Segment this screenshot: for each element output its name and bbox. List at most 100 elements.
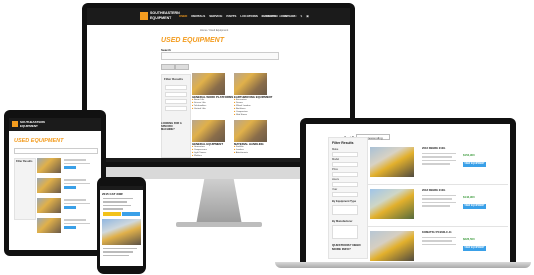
nav-rentals[interactable]: RENTALS <box>191 14 205 18</box>
list-view-button[interactable] <box>175 64 189 70</box>
customer-login-link[interactable]: CUSTOMER LOGIN <box>261 14 288 18</box>
language-link[interactable]: EN <box>292 14 296 18</box>
view-equipment-button[interactable] <box>64 206 76 210</box>
filter-hours-field[interactable] <box>332 182 358 187</box>
listing-spec-line <box>64 222 90 225</box>
listing-card[interactable] <box>37 218 61 233</box>
category-list: Excavators Dozers Wheel Loaders Backhoes… <box>234 99 272 116</box>
filter-label-model: Model <box>332 158 340 161</box>
nav-locations[interactable]: LOCATIONS <box>240 14 257 18</box>
view-equipment-button[interactable]: VIEW EQUIPMENT <box>463 204 486 209</box>
category-image[interactable] <box>234 73 267 95</box>
cta-heading: LOOKING FOR A SPECIFIC MACHINE? <box>161 122 182 131</box>
listing-row[interactable]: 2016 DEERE 210G $152,900 VIEW EQUIPMENT <box>368 144 508 185</box>
category-tile[interactable]: MATERIAL HANDLING Forklifts Loaders Atta… <box>234 120 267 155</box>
breadcrumb[interactable]: Home / Used Equipment <box>200 29 228 32</box>
listing-name[interactable]: 2016 DEERE 210G <box>422 147 445 150</box>
listing-image[interactable] <box>370 147 414 177</box>
search-input[interactable] <box>161 52 279 60</box>
listing-card[interactable] <box>37 198 61 213</box>
listing-image[interactable] <box>370 231 414 261</box>
listing-title-line <box>64 159 86 161</box>
filter-hours-field[interactable] <box>165 106 187 111</box>
menu-icon[interactable]: ▣ <box>306 14 309 18</box>
listing-specs <box>422 153 458 167</box>
description-line <box>103 251 133 253</box>
category-link[interactable]: Attachments <box>234 152 267 155</box>
category-link[interactable]: Vertical Lifts <box>192 108 233 111</box>
listing-price: $142,900 <box>463 195 475 199</box>
nav-used[interactable]: USED <box>179 14 187 18</box>
nav-parts[interactable]: PARTS <box>226 14 236 18</box>
category-list: Generators Compressors Light Towers Weld… <box>192 146 225 158</box>
grid-view-button[interactable] <box>161 64 175 70</box>
listing-details <box>64 159 96 170</box>
view-equipment-button[interactable]: VIEW EQUIPMENT <box>463 246 486 251</box>
listing-image[interactable] <box>37 198 61 213</box>
listing-photo[interactable] <box>102 219 141 245</box>
listing-image[interactable] <box>370 189 414 219</box>
spec-row <box>422 195 456 197</box>
logo-line-1: SOUTHEASTERN <box>150 11 180 15</box>
spec-line <box>103 201 127 203</box>
category-image[interactable] <box>234 120 267 142</box>
filter-model-field[interactable] <box>165 92 187 97</box>
listing-title-line <box>64 219 86 221</box>
category-image[interactable] <box>192 120 225 142</box>
utility-nav: CUSTOMER LOGIN EN $ ▣ <box>261 14 309 18</box>
listing-price: $226,500 <box>463 237 475 241</box>
listing-image[interactable] <box>37 218 61 233</box>
listing-name[interactable]: 2018 DEERE 210G <box>422 189 445 192</box>
brand-logo-icon[interactable] <box>12 121 18 127</box>
laptop-screen: Sort By: Price Descending Filter Results… <box>306 124 510 262</box>
category-tile[interactable]: GENERAL EQUIPMENT Generators Compressors… <box>192 120 225 158</box>
listing-image[interactable] <box>37 158 61 173</box>
category-link[interactable]: Skid Steers <box>234 114 272 117</box>
brand-logo-text[interactable]: SOUTHEASTERN EQUIPMENT <box>20 120 45 128</box>
filter-make-field[interactable] <box>332 152 358 157</box>
listing-details <box>64 179 96 190</box>
filter-make-field[interactable] <box>165 85 187 90</box>
filter-price-field[interactable] <box>165 99 187 104</box>
listing-title: 2015 CAT 330F <box>102 192 124 196</box>
category-image[interactable] <box>192 73 225 95</box>
listing-specs <box>103 198 139 212</box>
view-equipment-button[interactable] <box>64 166 76 170</box>
filter-model-field[interactable] <box>332 162 358 167</box>
listing-row[interactable]: KOMATSU PC290LC-11 $226,500 VIEW EQUIPME… <box>368 228 508 262</box>
filter-manufacturer-list[interactable] <box>332 225 358 239</box>
listing-card[interactable] <box>37 178 61 193</box>
listing-specs <box>422 195 458 209</box>
search-input[interactable] <box>14 148 98 154</box>
filter-label-manufacturer: By Manufacturer <box>332 220 353 223</box>
desktop-stand <box>196 179 242 225</box>
laptop-base <box>275 262 531 268</box>
listing-card[interactable] <box>37 158 61 173</box>
spec-row <box>422 163 450 165</box>
filter-price-field[interactable] <box>332 172 358 177</box>
listing-image[interactable] <box>37 178 61 193</box>
listing-spec-line <box>64 182 90 185</box>
listing-details <box>64 219 96 230</box>
spec-row <box>422 201 456 204</box>
category-tile[interactable]: GENERAL WORK PLATFORMS Boom Lifts Scisso… <box>192 73 233 111</box>
brand-logo-icon[interactable] <box>140 12 148 20</box>
listing-row[interactable]: 2018 DEERE 210G $142,900 VIEW EQUIPMENT <box>368 186 508 227</box>
currency-link[interactable]: $ <box>300 14 302 18</box>
view-equipment-button[interactable] <box>64 226 76 230</box>
filter-year-field[interactable] <box>332 192 358 197</box>
call-button[interactable] <box>103 212 121 216</box>
listing-name[interactable]: KOMATSU PC290LC-11 <box>422 231 452 234</box>
brand-logo-text[interactable]: SOUTHEASTERN EQUIPMENT <box>150 11 180 20</box>
view-equipment-button[interactable]: VIEW EQUIPMENT <box>463 162 486 167</box>
category-tile[interactable]: EARTHMOVING EQUIPMENT Excavators Dozers … <box>234 73 272 116</box>
phone-header <box>100 186 143 190</box>
listing-spec-line <box>64 202 90 205</box>
nav-service[interactable]: SERVICE <box>209 14 222 18</box>
filter-panel: Filter Results Make Model Price Hours Ye… <box>328 137 368 259</box>
email-button[interactable] <box>122 212 140 216</box>
spec-row <box>422 198 452 200</box>
filter-type-list[interactable] <box>332 205 358 215</box>
spec-row <box>422 153 456 155</box>
view-equipment-button[interactable] <box>64 186 76 190</box>
